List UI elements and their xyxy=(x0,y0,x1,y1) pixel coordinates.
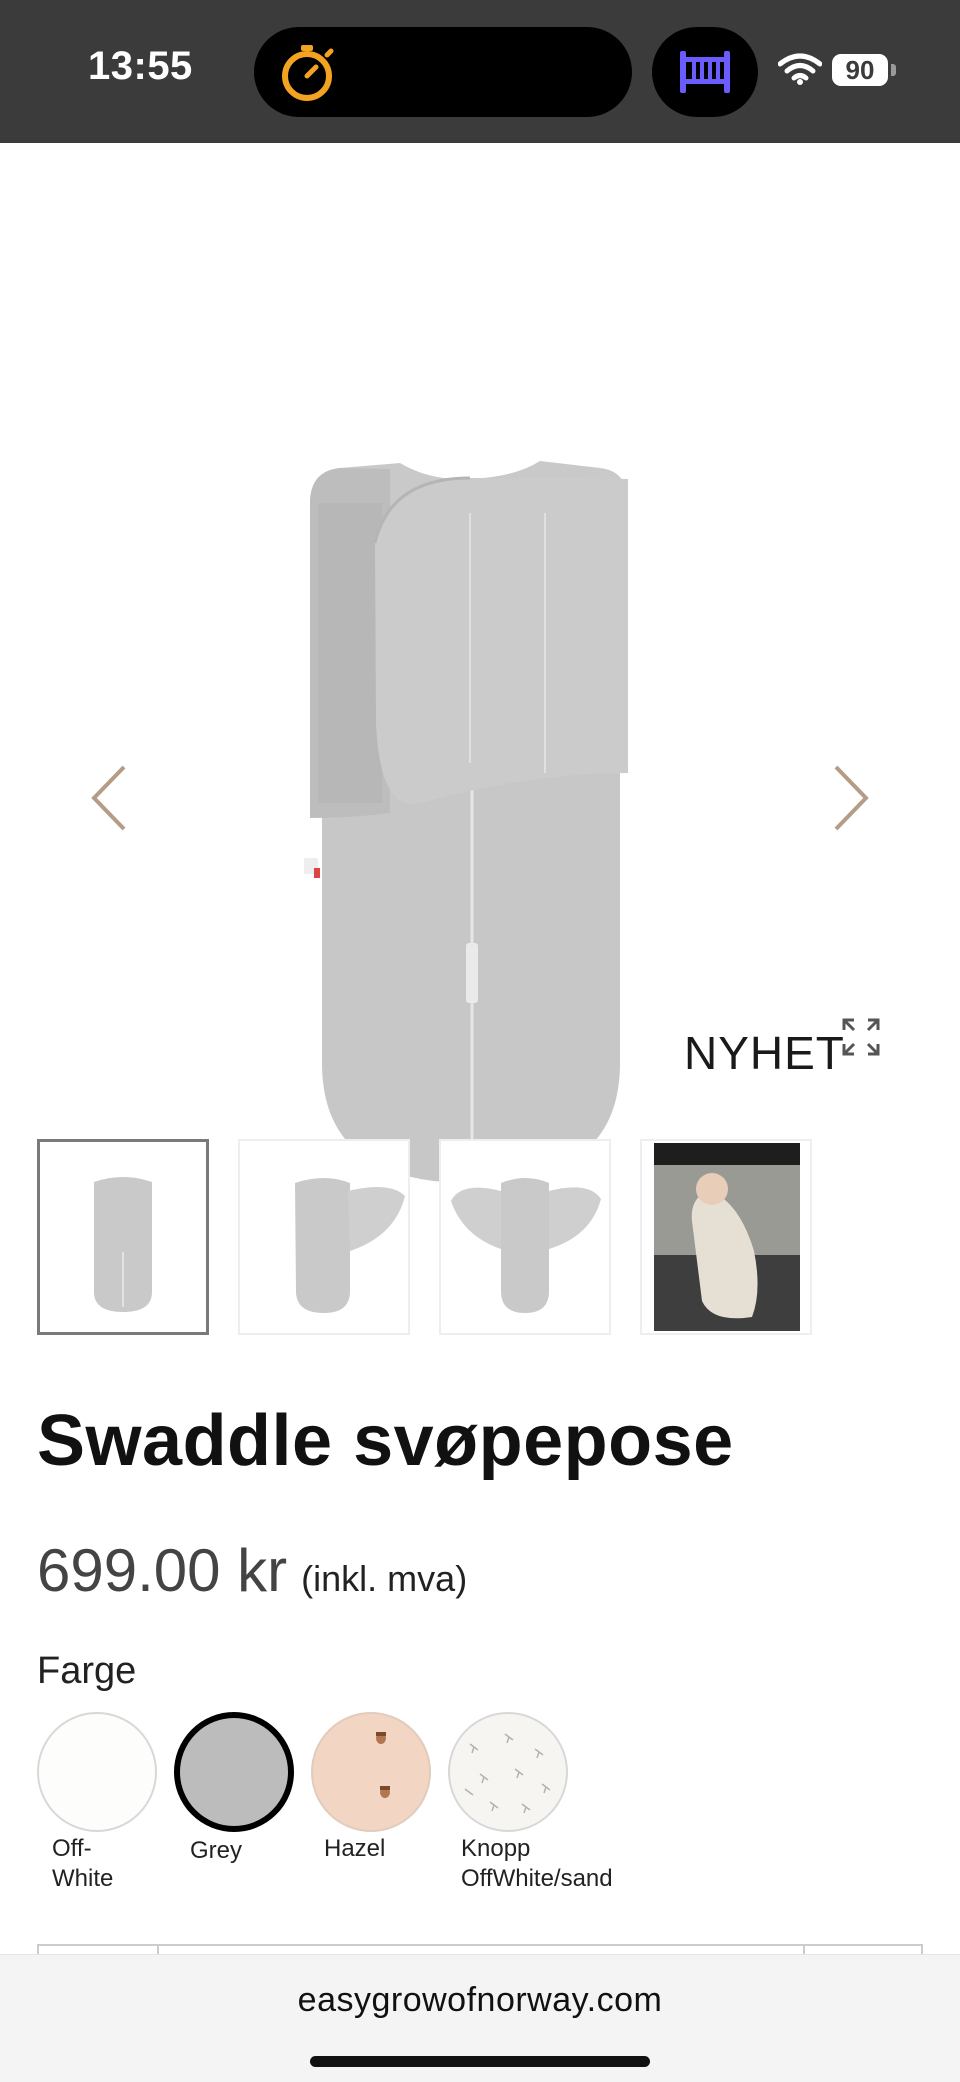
vat-note: (inkl. mva) xyxy=(301,1558,468,1599)
swatch-label-line1: Knopp xyxy=(461,1835,531,1862)
swatch-label-hazel: Hazel xyxy=(324,1835,386,1862)
price-row: 699.00 kr (inkl. mva) xyxy=(37,1536,467,1605)
swatch-off-white[interactable] xyxy=(37,1712,157,1832)
live-activity-pill[interactable] xyxy=(652,27,758,117)
swatch-label-grey: Grey xyxy=(190,1837,243,1864)
thumbnail-photo xyxy=(654,1143,800,1331)
swatch-label-knopp: Knopp OffWhite/sand xyxy=(461,1834,613,1894)
leaf-pattern-icon xyxy=(464,1733,551,1814)
new-badge: NYHET xyxy=(684,1027,845,1079)
acorn-pattern-icon xyxy=(376,1732,390,1798)
dynamic-island[interactable] xyxy=(254,27,632,117)
swatch-label-line2: OffWhite/sand xyxy=(461,1865,613,1892)
color-label: Farge xyxy=(37,1650,137,1692)
thumb-front[interactable] xyxy=(37,1139,209,1335)
swatch-label-line2: White xyxy=(52,1865,114,1892)
thumbnail-image xyxy=(295,1178,405,1313)
url-text[interactable]: easygrowofnorway.com xyxy=(0,1981,960,2020)
wifi-icon xyxy=(778,53,822,85)
thumb-one-wing-open[interactable] xyxy=(238,1139,410,1335)
swatch-hazel[interactable] xyxy=(311,1712,431,1832)
product-gallery[interactable] xyxy=(0,143,960,1183)
battery-cap xyxy=(891,64,896,76)
status-time: 13:55 xyxy=(88,44,193,88)
swatch-label-off-white: Off- White xyxy=(52,1834,113,1894)
chevron-left-icon[interactable] xyxy=(90,763,130,833)
swatch-knopp[interactable] xyxy=(448,1712,568,1832)
product-image-swaddle xyxy=(304,461,628,1183)
thumbnail-image xyxy=(451,1178,601,1313)
chevron-right-icon[interactable] xyxy=(830,763,870,833)
thumbnail-image xyxy=(94,1177,152,1312)
status-bar: 13:55 90 xyxy=(0,0,960,143)
browser-url-bar[interactable]: easygrowofnorway.com xyxy=(0,1954,960,2082)
home-indicator[interactable] xyxy=(310,2056,650,2067)
stopwatch-icon xyxy=(282,45,334,101)
battery-level: 90 xyxy=(832,54,888,86)
product-price: 699.00 kr xyxy=(37,1537,288,1604)
battery-indicator: 90 xyxy=(832,54,896,86)
expand-icon[interactable] xyxy=(842,1018,880,1056)
crib-icon xyxy=(680,51,730,93)
thumb-baby-photo[interactable] xyxy=(640,1139,812,1335)
swatch-label-line1: Off- xyxy=(52,1835,92,1862)
product-title: Swaddle svøpepose xyxy=(37,1401,734,1481)
swatch-grey[interactable] xyxy=(174,1712,294,1832)
thumb-wings-open[interactable] xyxy=(439,1139,611,1335)
